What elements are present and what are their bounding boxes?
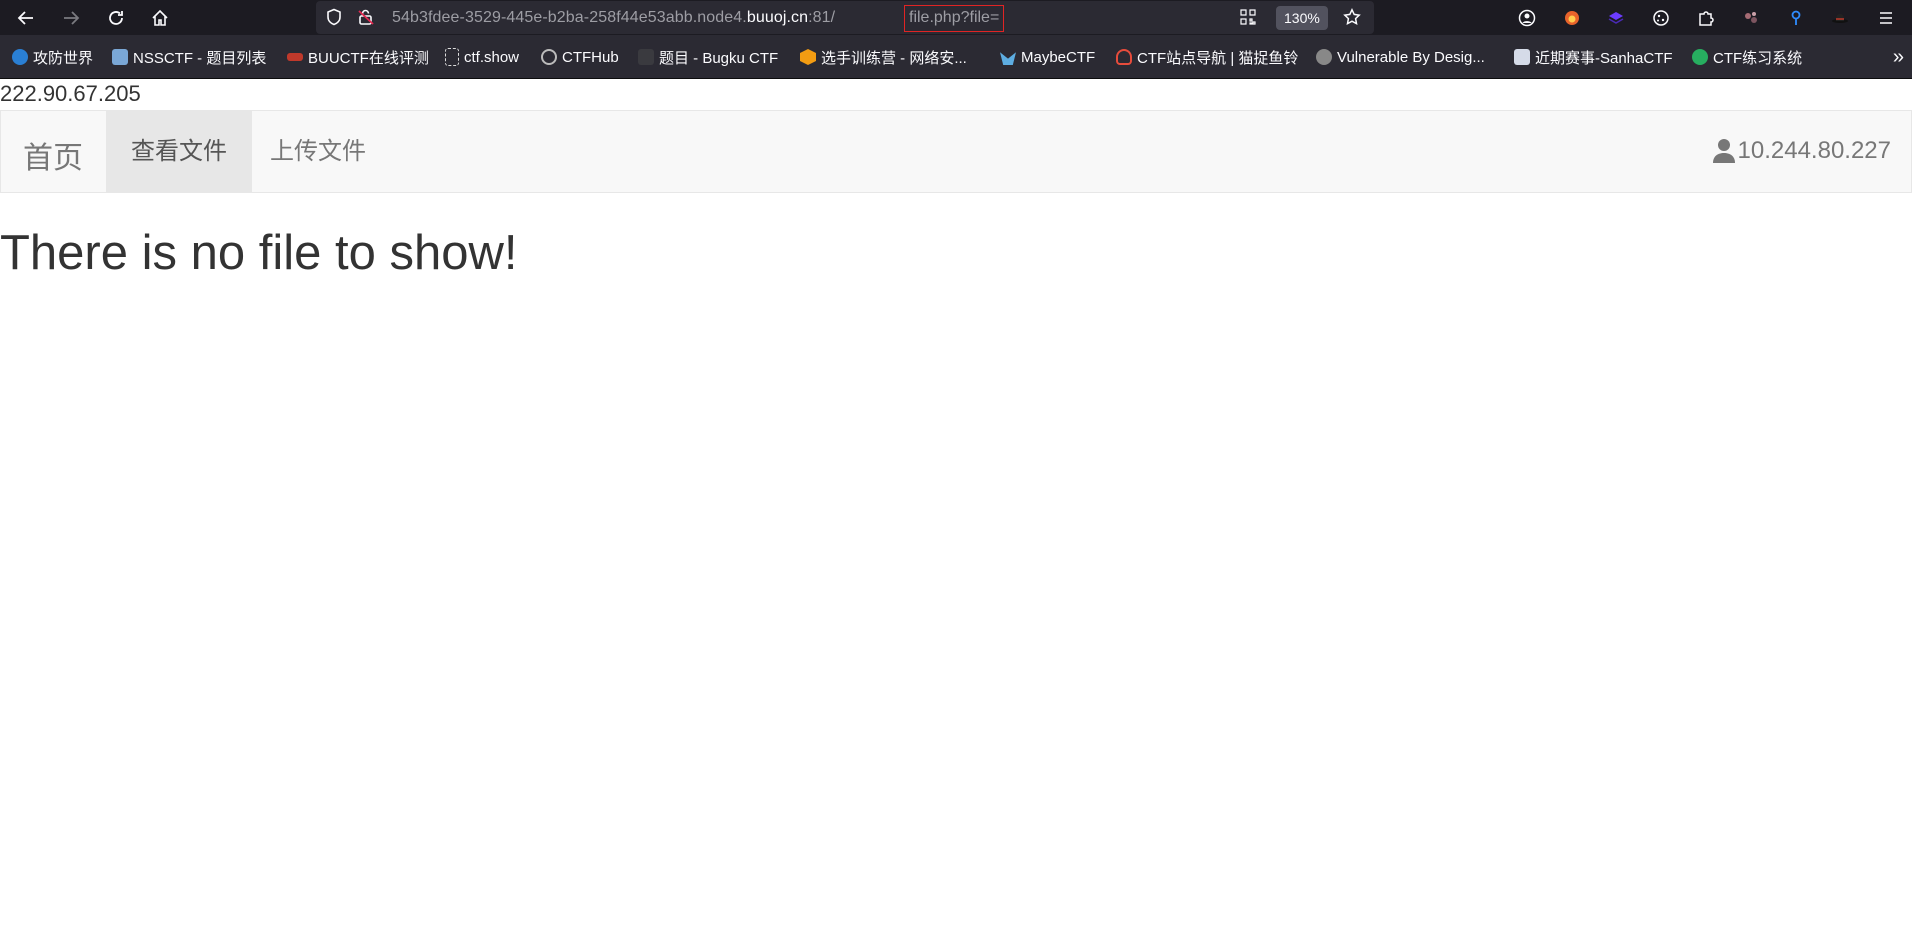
- bookmark-item[interactable]: CTF练习系统: [1692, 47, 1802, 67]
- account-icon: [1518, 9, 1536, 27]
- forward-arrow-icon: [64, 11, 80, 25]
- user-icon: [1712, 139, 1735, 163]
- extension-fox-button[interactable]: [1558, 4, 1586, 32]
- more-bookmarks-chevron-icon[interactable]: »: [1893, 46, 1904, 69]
- shield-icon: [327, 8, 341, 26]
- url-text: 54b3fdee-3529-445e-b2ba-258f44e53abb.nod…: [392, 9, 835, 27]
- tracking-protection-button[interactable]: [320, 3, 348, 31]
- insecure-lock-icon: [358, 9, 374, 25]
- reload-button[interactable]: [102, 4, 130, 32]
- bookmark-label: ctf.show: [464, 48, 520, 66]
- bookmark-item[interactable]: Vulnerable By Desig...: [1316, 47, 1485, 67]
- bookmark-label: MaybeCTF: [1021, 48, 1096, 66]
- vulnhub-icon: [1316, 49, 1332, 65]
- buuctf-icon: [287, 53, 303, 61]
- url-prefix: 54b3fdee-3529-445e-b2ba-258f44e53abb.nod…: [392, 9, 747, 26]
- hat-icon: [1832, 14, 1848, 23]
- training-icon: [800, 49, 816, 65]
- cookie-icon: [1653, 10, 1669, 26]
- home-button[interactable]: [146, 4, 174, 32]
- account-button[interactable]: [1513, 4, 1541, 32]
- url-port: :81/: [808, 9, 836, 26]
- bookmark-item[interactable]: 题目 - Bugku CTF: [638, 47, 778, 67]
- ctfshow-icon: [445, 48, 459, 66]
- extension-hat-button[interactable]: [1826, 4, 1854, 32]
- bookmark-item[interactable]: 选手训练营 - 网络安...: [800, 47, 967, 67]
- bookmark-label: 攻防世界: [33, 49, 94, 67]
- url-path-highlight: file.php?file=: [904, 5, 1005, 32]
- bookmark-item[interactable]: MaybeCTF: [1000, 47, 1095, 67]
- nssctf-icon: [112, 49, 128, 65]
- cookie-extension-button[interactable]: [1647, 4, 1675, 32]
- user-info: 10.244.80.227: [1712, 137, 1891, 165]
- site-info-button[interactable]: [352, 3, 380, 31]
- bookmark-label: BUUCTF在线评测: [308, 49, 429, 67]
- maybectf-icon: [1000, 52, 1016, 65]
- dots-extension-icon: [1745, 12, 1757, 23]
- bookmark-item[interactable]: CTFHub: [541, 47, 619, 67]
- qr-code-button[interactable]: [1234, 3, 1262, 31]
- bookmark-item[interactable]: 攻防世界: [12, 47, 93, 67]
- forward-button[interactable]: [57, 4, 85, 32]
- no-file-message: There is no file to show!: [0, 226, 518, 280]
- ctfhub-icon: [541, 49, 557, 65]
- user-ip-text: 10.244.80.227: [1737, 137, 1891, 164]
- fox-extension-icon: [1565, 11, 1579, 25]
- zoom-level-button[interactable]: 130%: [1276, 6, 1328, 30]
- puzzle-icon: [1699, 11, 1714, 26]
- extension-pin-button[interactable]: [1782, 4, 1810, 32]
- bookmark-label: CTF站点导航 | 猫捉鱼铃: [1137, 49, 1299, 67]
- url-host: buuoj.cn: [746, 9, 809, 26]
- client-ip-text: 222.90.67.205: [0, 81, 141, 106]
- bookmark-label: 近期赛事-SanhaCTF: [1535, 49, 1673, 67]
- address-bar[interactable]: 54b3fdee-3529-445e-b2ba-258f44e53abb.nod…: [316, 1, 1374, 34]
- bookmark-item[interactable]: ctf.show: [445, 47, 519, 67]
- hamburger-menu-icon: [1880, 12, 1892, 24]
- page-content: 222.90.67.205 首页 查看文件 上传文件 10.244.80.227…: [0, 79, 1912, 941]
- pin-icon: [1791, 10, 1801, 25]
- extensions-button[interactable]: [1692, 4, 1720, 32]
- bookmark-item[interactable]: NSSCTF - 题目列表: [112, 47, 266, 67]
- back-arrow-icon: [17, 11, 33, 25]
- extension-dots-button[interactable]: [1737, 4, 1765, 32]
- bookmark-label: CTFHub: [562, 48, 619, 66]
- bookmark-label: CTF练习系统: [1713, 49, 1803, 67]
- bookmark-label: Vulnerable By Desig...: [1337, 48, 1485, 66]
- qr-code-icon: [1240, 9, 1256, 25]
- nav-upload-file-link[interactable]: 上传文件: [245, 111, 391, 192]
- bookmark-star-button[interactable]: [1338, 3, 1366, 31]
- bookmark-item[interactable]: 近期赛事-SanhaCTF: [1514, 47, 1673, 67]
- back-button[interactable]: [12, 4, 40, 32]
- bugku-icon: [638, 49, 654, 65]
- extension-layers-button[interactable]: [1602, 4, 1630, 32]
- sanhactf-icon: [1514, 49, 1530, 65]
- bookmarks-toolbar: 攻防世界 NSSCTF - 题目列表 BUUCTF在线评测 ctf.show C…: [0, 35, 1912, 79]
- bookmark-label: NSSCTF - 题目列表: [133, 49, 267, 67]
- reload-icon: [109, 11, 123, 25]
- bookmark-item[interactable]: CTF站点导航 | 猫捉鱼铃: [1116, 47, 1298, 67]
- nav-view-file-link[interactable]: 查看文件: [106, 111, 252, 192]
- bookmark-item[interactable]: BUUCTF在线评测: [287, 47, 429, 67]
- bookmark-label: 题目 - Bugku CTF: [659, 49, 779, 67]
- site-navbar: 首页 查看文件 上传文件 10.244.80.227: [0, 110, 1912, 193]
- home-icon: [152, 9, 168, 26]
- nav-brand-home-link[interactable]: 首页: [23, 133, 83, 177]
- practice-icon: [1692, 49, 1708, 65]
- browser-toolbar: 54b3fdee-3529-445e-b2ba-258f44e53abb.nod…: [0, 0, 1912, 35]
- layers-extension-icon: [1608, 12, 1624, 24]
- star-icon: [1343, 8, 1361, 25]
- bookmark-label: 选手训练营 - 网络安...: [821, 49, 967, 67]
- navigation-icon: [1116, 49, 1132, 65]
- app-menu-button[interactable]: [1872, 4, 1900, 32]
- adworld-icon: [12, 49, 28, 65]
